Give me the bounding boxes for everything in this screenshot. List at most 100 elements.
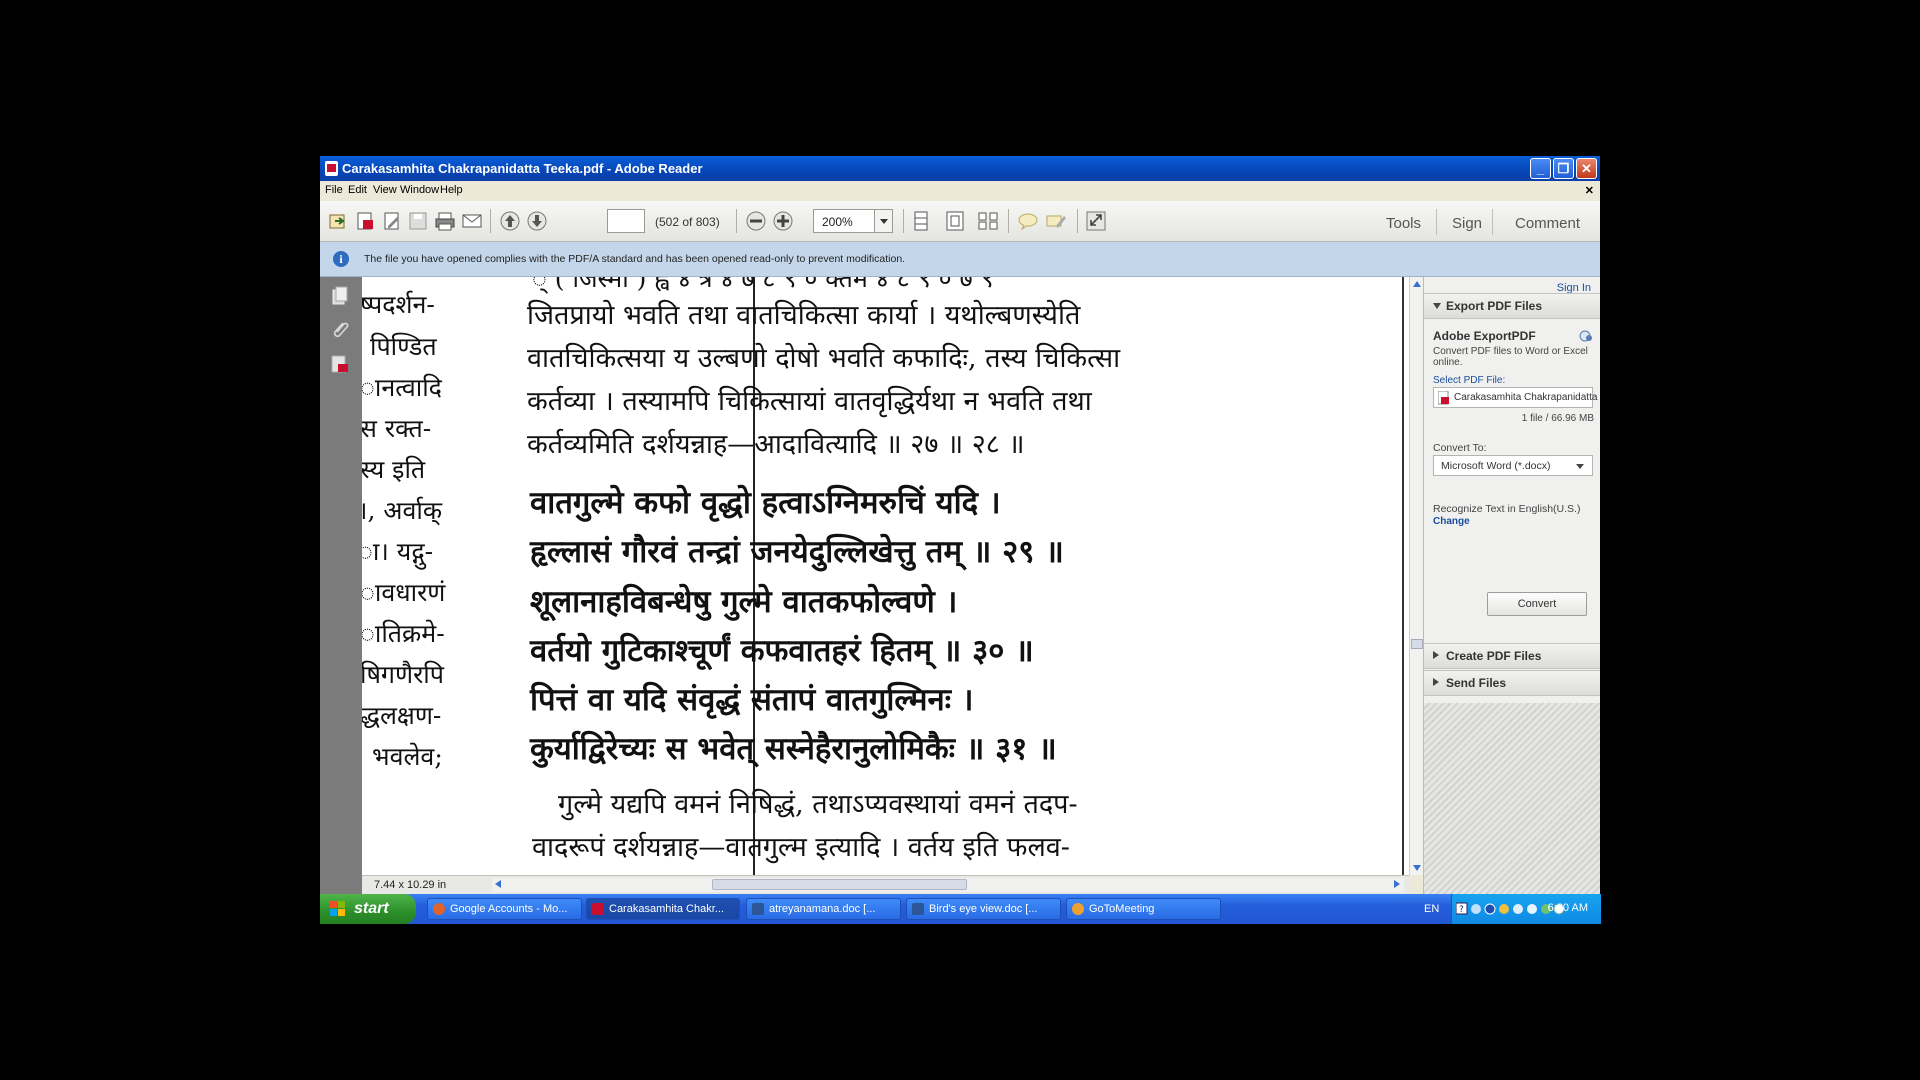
menu-help[interactable]: Help xyxy=(440,184,463,196)
selected-file-name: Carakasamhita Chakrapanidatta T... xyxy=(1454,392,1600,403)
page-size-bar: 7.44 x 10.29 in xyxy=(362,875,1409,895)
page-number-input[interactable] xyxy=(607,209,645,233)
convert-to-label: Convert To: xyxy=(1433,442,1487,454)
zoom-level-input[interactable]: 200% xyxy=(813,209,875,233)
zoom-in-icon[interactable] xyxy=(771,210,795,232)
taskbar-item-adobe-reader[interactable]: Carakasamhita Chakr... xyxy=(586,898,740,920)
print-icon[interactable] xyxy=(433,210,457,232)
left-col-line: ानत्वादि xyxy=(362,373,442,402)
left-col-line: ावधारणं xyxy=(362,578,446,607)
info-message: The file you have opened complies with t… xyxy=(364,253,906,265)
selected-file-field[interactable]: Carakasamhita Chakrapanidatta T... xyxy=(1433,387,1600,408)
pdfa-info-bar: i The file you have opened complies with… xyxy=(320,242,1600,277)
close-button[interactable]: ✕ xyxy=(1576,158,1597,179)
commentary-line: कर्तव्यमिति दर्शयन्नाह—आदावित्यादि ॥ २७ … xyxy=(527,429,1025,460)
taskbar-item-gotomeeting[interactable]: GoToMeeting xyxy=(1066,898,1221,920)
page-thumbnails-icon[interactable] xyxy=(329,285,351,307)
save-icon[interactable] xyxy=(406,210,430,232)
task-label: Google Accounts - Mo... xyxy=(450,903,568,915)
word-doc-icon xyxy=(912,903,924,915)
left-col-line: स्य इति xyxy=(362,455,426,484)
scroll-mode-icon[interactable] xyxy=(909,210,933,232)
convert-to-select[interactable]: Microsoft Word (*.docx) xyxy=(1433,455,1593,476)
firefox-icon xyxy=(433,903,445,915)
tools-link[interactable]: Tools xyxy=(1386,215,1421,232)
commentary-line: वादरूपं दर्शयन्नाह—वातगुल्म इत्यादि । वर… xyxy=(532,832,1070,863)
scroll-right-icon[interactable] xyxy=(1394,880,1400,888)
menu-file[interactable]: File xyxy=(325,184,343,196)
info-icon: i xyxy=(333,251,349,267)
task-label: Carakasamhita Chakr... xyxy=(609,903,724,915)
page-size: 7.44 x 10.29 in xyxy=(374,879,447,891)
word-doc-icon xyxy=(752,903,764,915)
export-section-label: Export PDF Files xyxy=(1446,299,1543,313)
select-file-label: Select PDF File: xyxy=(1433,375,1506,386)
highlight-icon[interactable] xyxy=(1044,210,1068,232)
gotomeeting-icon xyxy=(1072,903,1084,915)
restore-button[interactable]: ❐ xyxy=(1553,158,1574,179)
taskbar-item-word-doc[interactable]: Bird's eye view.doc [... xyxy=(906,898,1061,920)
create-pdf-section-header[interactable]: Create PDF Files xyxy=(1424,643,1600,669)
collapsed-icon xyxy=(1433,678,1439,686)
close-document-icon[interactable]: ✕ xyxy=(1585,184,1594,197)
verse-line: वातगुल्मे कफो वृद्धो हत्वाऽग्निमरुचिं यद… xyxy=(530,485,1001,521)
left-col-line: ा। यद्गु- xyxy=(362,537,434,566)
convert-button[interactable]: Convert xyxy=(1487,592,1587,616)
verse-line: शूलानाहविबन्धेषु गुल्मे वातकफोल्वणे । xyxy=(530,584,958,620)
left-col-line: ातिक्रमे- xyxy=(362,619,445,648)
commentary-line: कर्तव्या । तस्यामपि चिकित्सायां वातवृद्ध… xyxy=(527,386,1092,417)
horizontal-scroll-thumb[interactable] xyxy=(712,879,967,890)
svg-text:?: ? xyxy=(1459,905,1464,915)
window-title: Carakasamhita Chakrapanidatta Teeka.pdf … xyxy=(342,161,703,176)
system-clock[interactable]: 6:20 AM xyxy=(1548,902,1588,914)
vertical-scroll-thumb[interactable] xyxy=(1411,639,1423,649)
horizontal-scrollbar[interactable] xyxy=(492,878,1404,892)
pdf-icon xyxy=(592,903,604,915)
convert-to-value: Microsoft Word (*.docx) xyxy=(1441,460,1551,472)
vertical-scrollbar[interactable] xyxy=(1409,277,1424,875)
zoom-dropdown-icon[interactable] xyxy=(875,209,893,233)
taskbar: start Google Accounts - Mo... Carakasamh… xyxy=(320,894,1601,924)
send-files-section-header[interactable]: Send Files xyxy=(1424,670,1600,696)
scroll-up-icon[interactable] xyxy=(1413,281,1421,287)
verse-line: कुर्याद्विरेच्यः स भवेत् सस्नेहैरानुलोमि… xyxy=(530,731,1057,767)
fit-width-icon[interactable] xyxy=(976,210,1000,232)
change-link[interactable]: Change xyxy=(1433,516,1470,527)
taskbar-item-word-doc[interactable]: atreyanamana.doc [... xyxy=(746,898,901,920)
menu-view[interactable]: View xyxy=(373,184,397,196)
left-col-line: षिगणैरपि xyxy=(362,660,444,689)
export-pdf-section-header[interactable]: Export PDF Files xyxy=(1424,293,1600,319)
collapsed-icon xyxy=(1433,651,1439,659)
verse-line: वर्तयो गुटिकाश्चूर्णं कफवातहरं हितम् ॥ ३… xyxy=(530,633,1034,669)
scroll-left-icon[interactable] xyxy=(495,880,501,888)
language-indicator[interactable]: EN xyxy=(1424,903,1439,915)
left-col-line: ।, अर्वाक् xyxy=(362,496,443,525)
email-icon[interactable] xyxy=(460,210,484,232)
fit-page-icon[interactable] xyxy=(943,210,967,232)
menu-window[interactable]: Window xyxy=(400,184,439,196)
send-section-label: Send Files xyxy=(1446,676,1507,690)
minimize-button[interactable]: _ xyxy=(1530,158,1551,179)
attachments-icon[interactable] xyxy=(329,319,351,341)
left-col-line: स रक्त- xyxy=(362,414,432,443)
scroll-down-icon[interactable] xyxy=(1413,865,1421,871)
taskbar-item-firefox[interactable]: Google Accounts - Mo... xyxy=(427,898,582,920)
export-info-icon[interactable] xyxy=(1579,329,1593,343)
zoom-out-icon[interactable] xyxy=(744,210,768,232)
sign-link[interactable]: Sign xyxy=(1452,215,1482,232)
start-button[interactable]: start xyxy=(320,894,416,924)
edit-icon[interactable] xyxy=(380,210,404,232)
comment-icon[interactable] xyxy=(1016,210,1040,232)
title-bar[interactable]: Carakasamhita Chakrapanidatta Teeka.pdf … xyxy=(320,156,1600,181)
next-page-icon[interactable] xyxy=(525,210,549,232)
previous-page-icon[interactable] xyxy=(498,210,522,232)
panel-empty-area xyxy=(1424,703,1600,894)
full-screen-icon[interactable] xyxy=(1084,210,1108,232)
open-file-icon[interactable] xyxy=(326,210,350,232)
commentary-line: जितप्रायो भवति तथा वातचिकित्सा कार्या । … xyxy=(527,300,1081,331)
comment-link[interactable]: Comment xyxy=(1515,215,1580,232)
start-label: start xyxy=(354,900,389,917)
signatures-icon[interactable] xyxy=(329,353,351,375)
create-pdf-icon[interactable] xyxy=(353,210,377,232)
menu-edit[interactable]: Edit xyxy=(348,184,367,196)
